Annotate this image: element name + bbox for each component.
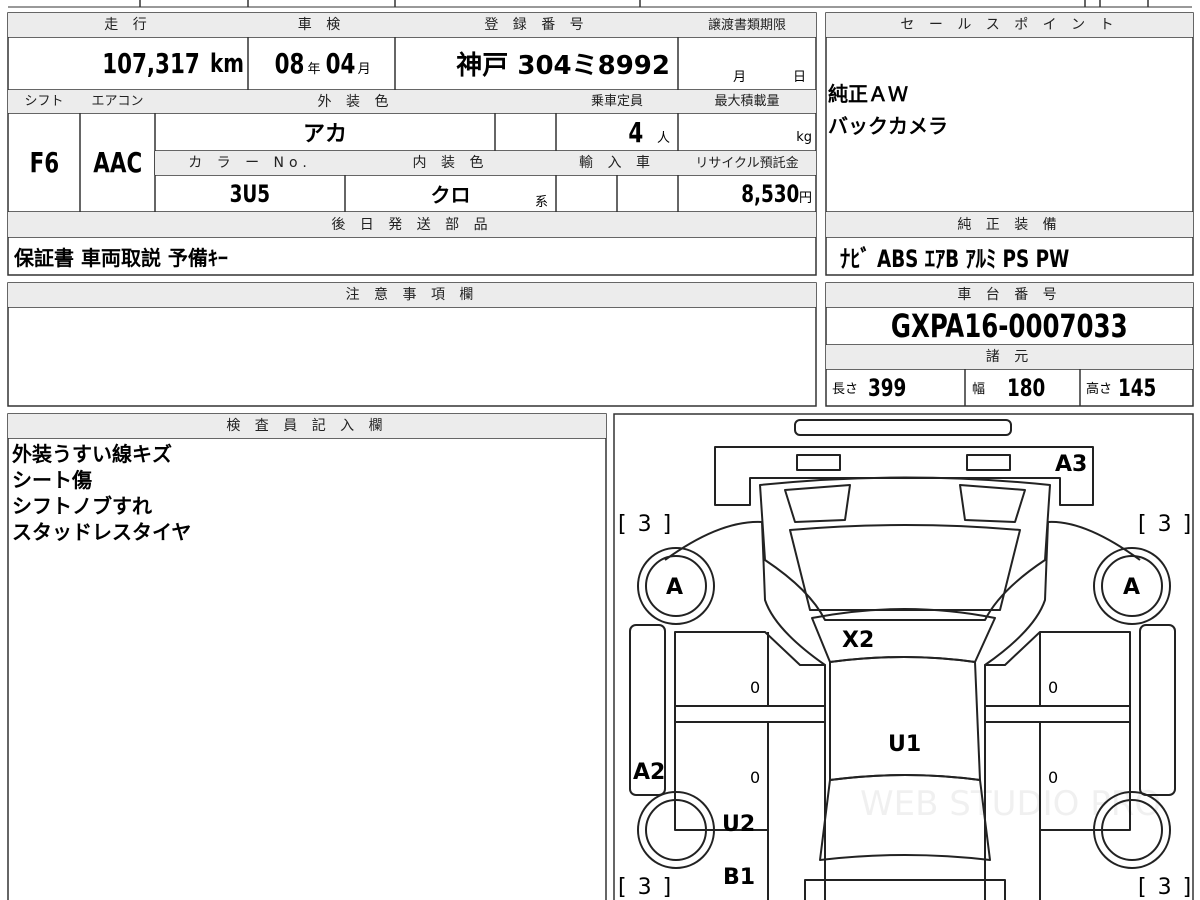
capacity-value: 4 <box>628 115 644 149</box>
exterior-color-value: アカ <box>302 122 347 147</box>
mark-a3: A3 <box>1055 452 1088 477</box>
shift-value: F6 <box>29 146 59 179</box>
recycle-fee-value: 8,530 <box>740 179 799 208</box>
inspector-note: シフトノブすれ <box>12 494 152 518</box>
tire-depth-front-left: [ 3 ] <box>618 512 674 537</box>
later-parts-value: 保証書 車両取説 予備ｷｰ <box>14 245 228 270</box>
aircon-value: AAC <box>93 146 142 179</box>
mark-front-left-wheel: A <box>666 575 684 600</box>
transfer-deadline-header: 譲渡書類期限 <box>678 13 816 37</box>
chassis-header: 車 台 番 号 <box>826 283 1193 307</box>
capacity-header: 乗車定員 <box>556 90 678 113</box>
equipment-header: 純 正 装 備 <box>826 212 1193 237</box>
color-no-value: 3U5 <box>229 179 271 208</box>
inspector-note: シート傷 <box>12 468 92 492</box>
tire-depth-rear-left: [ 3 ] <box>618 875 674 900</box>
recycle-fee-header: リサイクル預託金 <box>678 151 816 175</box>
mileage-header: 走 行 <box>8 13 248 37</box>
registration-header: 登 録 番 号 <box>395 13 678 37</box>
sales-point-list: 純正ＡＷ バックカメラ <box>828 78 948 142</box>
capacity-cell: 4 人 <box>556 113 678 151</box>
max-load-cell: kg <box>678 113 816 151</box>
chassis-cell: GXPA16-0007033 <box>826 307 1193 345</box>
shaken-cell: 08 年 04 月 <box>248 37 395 90</box>
exterior-color-cell: アカ <box>155 113 495 151</box>
recycle-fee-cell: 8,530 円 <box>678 175 816 212</box>
spec-header: 諸 元 <box>826 345 1193 369</box>
equipment-cell: ﾅﾋﾞ ABS ｴｱB ｱﾙﾐ PS PW <box>840 237 1190 275</box>
mileage-cell: 107,317 km <box>8 37 248 90</box>
exterior-color-header: 外 装 色 <box>155 90 556 113</box>
shaken-year-unit: 年 <box>307 62 321 77</box>
sales-point-line: 純正ＡＷ <box>828 82 908 106</box>
shift-cell: F6 <box>8 113 80 212</box>
inspector-header: 検 査 員 記 入 欄 <box>8 414 606 438</box>
mark-zero-left-rear-door: 0 <box>750 768 761 787</box>
mark-u1: U1 <box>888 732 922 757</box>
length-label: 長さ <box>832 382 859 397</box>
mark-b1: B1 <box>723 865 756 890</box>
interior-color-value: クロ <box>430 183 471 207</box>
mark-front-right-wheel: A <box>1123 575 1141 600</box>
shift-header: シフト <box>8 90 80 113</box>
width-label: 幅 <box>972 382 986 397</box>
watermark: WEB STUDIO PRO <box>860 784 1161 824</box>
max-load-header: 最大積載量 <box>678 90 816 113</box>
mark-u2: U2 <box>722 812 756 837</box>
sales-point-line: バックカメラ <box>828 114 948 138</box>
height-cell: 高さ 145 <box>1086 369 1193 406</box>
length-cell: 長さ 399 <box>832 369 965 406</box>
inspector-notes: 外装うすい線キズ シート傷 シフトノブすれ スタッドレスタイヤ <box>12 441 191 545</box>
color-no-header: カ ラ ー No. <box>155 151 345 175</box>
later-parts-cell: 保証書 車両取説 予備ｷｰ <box>14 237 814 275</box>
recycle-fee-unit: 円 <box>798 191 812 206</box>
shaken-year: 08 <box>275 47 305 80</box>
import-header: 輸 入 車 <box>556 151 678 175</box>
mark-a2: A2 <box>633 760 666 785</box>
mark-zero-right-rear-door: 0 <box>1048 768 1059 787</box>
color-no-cell: 3U5 <box>155 175 345 212</box>
mark-zero-right-front-door: 0 <box>1048 678 1059 697</box>
sales-point-header: セ ー ル ス ポ イ ン ト <box>826 13 1193 37</box>
tire-depth-rear-right: [ 3 ] <box>1138 875 1194 900</box>
chassis-number: GXPA16-0007033 <box>891 307 1128 345</box>
mark-x2: X2 <box>842 628 875 653</box>
aircon-header: エアコン <box>80 90 155 113</box>
height-value: 145 <box>1118 373 1157 402</box>
mileage-unit: km <box>210 48 244 79</box>
interior-color-unit: 系 <box>535 195 549 210</box>
transfer-day: 日 <box>793 70 807 85</box>
shaken-header: 車 検 <box>248 13 395 37</box>
interior-color-cell: クロ <box>345 175 556 212</box>
height-label: 高さ <box>1086 382 1113 397</box>
aircon-cell: AAC <box>80 113 155 212</box>
max-load-unit: kg <box>796 129 812 145</box>
notes-header: 注 意 事 項 欄 <box>8 283 816 307</box>
registration-value: 神戸 304ミ8992 <box>456 51 670 81</box>
registration-cell: 神戸 304ミ8992 <box>395 37 678 90</box>
width-cell: 幅 180 <box>972 369 1080 406</box>
shaken-month-unit: 月 <box>357 62 371 77</box>
capacity-unit: 人 <box>656 130 670 146</box>
shaken-month: 04 <box>325 47 355 80</box>
mileage-value: 107,317 <box>102 47 201 80</box>
inspector-note: スタッドレスタイヤ <box>12 520 192 544</box>
length-value: 399 <box>868 373 907 402</box>
tire-depth-front-right: [ 3 ] <box>1138 512 1194 537</box>
mark-zero-left-front-door: 0 <box>750 678 761 697</box>
transfer-month: 月 <box>733 70 747 85</box>
equipment-value: ﾅﾋﾞ ABS ｴｱB ｱﾙﾐ PS PW <box>840 244 1070 273</box>
inspector-note: 外装うすい線キズ <box>12 442 172 466</box>
later-parts-header: 後 日 発 送 部 品 <box>8 212 816 237</box>
width-value: 180 <box>1007 373 1046 402</box>
interior-color-header: 内 装 色 <box>345 151 556 175</box>
